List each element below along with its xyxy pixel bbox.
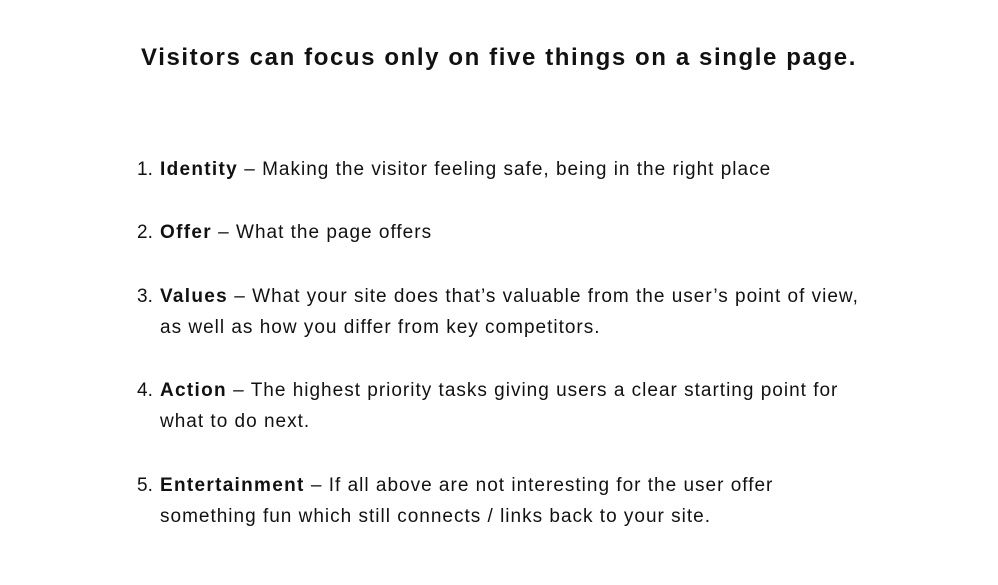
item-number: 5. <box>137 475 153 496</box>
list-item: 4. Action – The highest priority tasks g… <box>137 375 867 437</box>
item-number: 2. <box>137 222 153 243</box>
list-item: 2. Offer – What the page offers <box>137 217 867 248</box>
item-description: – What your site does that’s valuable fr… <box>160 286 859 338</box>
list-item: 3. Values – What your site does that’s v… <box>137 281 867 343</box>
item-number: 4. <box>137 380 153 401</box>
item-term: Values <box>160 286 229 307</box>
item-number: 3. <box>137 286 153 307</box>
item-number: 1. <box>137 159 153 180</box>
item-term: Entertainment <box>160 475 305 496</box>
item-term: Offer <box>160 222 212 243</box>
item-description: – Making the visitor feeling safe, being… <box>237 159 772 180</box>
page-title: Visitors can focus only on five things o… <box>141 44 857 71</box>
item-description: – What the page offers <box>211 222 433 243</box>
list-item: 1. Identity – Making the visitor feeling… <box>137 154 867 185</box>
item-term: Action <box>160 380 227 401</box>
item-description: – The highest priority tasks giving user… <box>160 380 839 432</box>
list-item: 5. Entertainment – If all above are not … <box>137 470 867 532</box>
item-term: Identity <box>160 159 238 180</box>
